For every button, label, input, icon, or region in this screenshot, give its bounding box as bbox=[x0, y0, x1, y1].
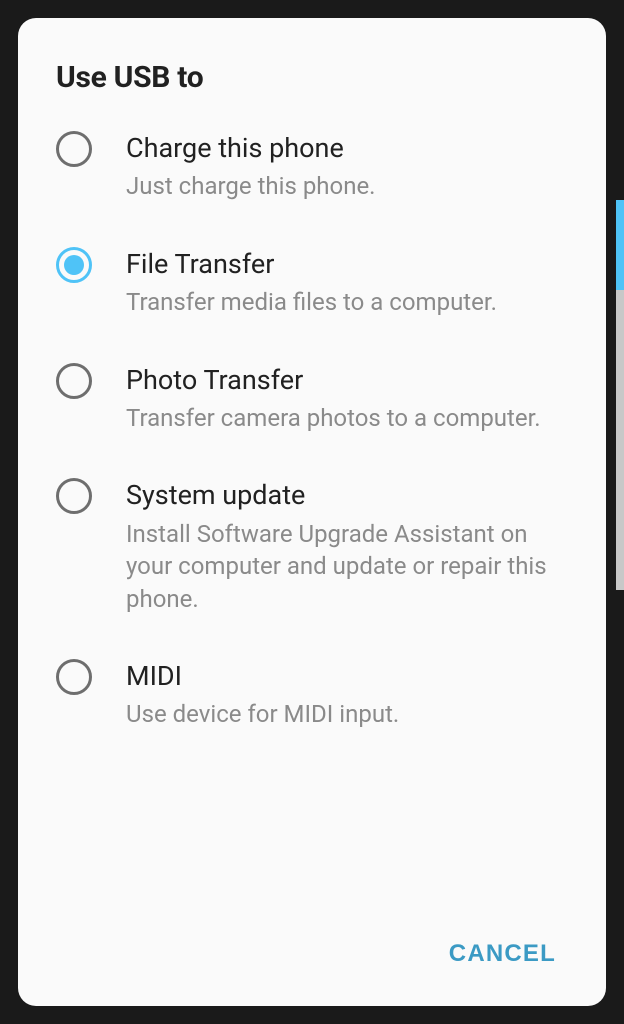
option-photo-transfer[interactable]: Photo Transfer Transfer camera photos to… bbox=[56, 363, 568, 435]
option-text: MIDI Use device for MIDI input. bbox=[126, 659, 568, 731]
option-label: File Transfer bbox=[126, 248, 568, 280]
option-label: MIDI bbox=[126, 660, 568, 692]
options-list: Charge this phone Just charge this phone… bbox=[56, 131, 568, 910]
option-text: System update Install Software Upgrade A… bbox=[126, 478, 568, 615]
option-midi[interactable]: MIDI Use device for MIDI input. bbox=[56, 659, 568, 731]
option-label: Charge this phone bbox=[126, 132, 568, 164]
usb-dialog: Use USB to Charge this phone Just charge… bbox=[18, 18, 606, 1006]
option-description: Just charge this phone. bbox=[126, 170, 568, 202]
background-gray bbox=[616, 290, 624, 590]
radio-icon bbox=[56, 478, 92, 514]
option-description: Transfer camera photos to a computer. bbox=[126, 402, 568, 434]
option-description: Install Software Upgrade Assistant on yo… bbox=[126, 518, 568, 615]
option-charge-phone[interactable]: Charge this phone Just charge this phone… bbox=[56, 131, 568, 203]
option-text: Photo Transfer Transfer camera photos to… bbox=[126, 363, 568, 435]
cancel-button[interactable]: CANCEL bbox=[437, 930, 568, 978]
dialog-title: Use USB to bbox=[56, 60, 568, 95]
dialog-actions: CANCEL bbox=[56, 930, 568, 978]
radio-icon bbox=[56, 659, 92, 695]
option-system-update[interactable]: System update Install Software Upgrade A… bbox=[56, 478, 568, 615]
background-accent bbox=[616, 200, 624, 290]
option-description: Use device for MIDI input. bbox=[126, 698, 568, 730]
option-text: Charge this phone Just charge this phone… bbox=[126, 131, 568, 203]
option-text: File Transfer Transfer media files to a … bbox=[126, 247, 568, 319]
radio-icon bbox=[56, 363, 92, 399]
option-description: Transfer media files to a computer. bbox=[126, 286, 568, 318]
option-label: System update bbox=[126, 479, 568, 511]
radio-icon-selected bbox=[56, 247, 92, 283]
option-label: Photo Transfer bbox=[126, 364, 568, 396]
option-file-transfer[interactable]: File Transfer Transfer media files to a … bbox=[56, 247, 568, 319]
radio-icon bbox=[56, 131, 92, 167]
